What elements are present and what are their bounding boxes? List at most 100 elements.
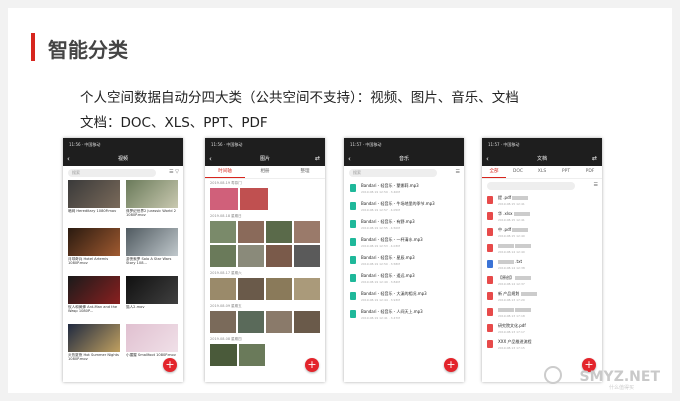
- image-thumbnail[interactable]: [238, 311, 264, 333]
- video-item[interactable]: 月球奇兵 Hotel Artemis 1080P.mov: [68, 228, 120, 266]
- add-button[interactable]: +: [444, 358, 458, 372]
- pdf-file-icon: [487, 308, 493, 316]
- title-bar: ‹ 视频: [63, 152, 183, 166]
- video-item[interactable]: 侏罗纪世界2 Jurassic World 2 1080P.mov: [126, 180, 178, 218]
- image-thumbnail[interactable]: [238, 245, 264, 267]
- music-name: Bandari - 轻音乐 - 星辰.mp3: [361, 255, 415, 260]
- video-thumbnail: [68, 228, 120, 256]
- video-name: 猫人2.mov: [126, 305, 145, 309]
- doc-item[interactable]: 华 .xlsx 2019.08.15 12:41: [482, 209, 602, 225]
- tab-ppt[interactable]: PPT: [554, 166, 578, 178]
- description-line-2: 文档：DOC、XLS、PPT、PDF: [80, 115, 268, 131]
- doc-item[interactable]: 中 .pdf 2019.08.15 12:40: [482, 225, 602, 241]
- video-item[interactable]: 蚁人和黄蜂 Ant-Man and the Wasp 1080P...: [68, 276, 120, 314]
- doc-item[interactable]: 提 .pdf 2019.08.15 12:41: [482, 193, 602, 209]
- image-thumbnail[interactable]: [294, 245, 320, 267]
- tab-doc[interactable]: DOC: [506, 166, 530, 178]
- date-header: 2019.08.18 星期日: [210, 214, 242, 218]
- music-item[interactable]: Bandari - 轻音乐 - 星辰.mp3 2019.08.19 12:50 ·…: [344, 252, 464, 270]
- doc-name: 研究院文化.pdf: [498, 323, 526, 328]
- doc-item[interactable]: 新 产品规划 2019.08.13 17:20: [482, 289, 602, 305]
- phone-image: 11:56 · 中国移动 ‹ 图片 ⇄ 时间轴 相册 整理 2019.08.19…: [205, 138, 325, 382]
- tab-organize[interactable]: 整理: [285, 166, 325, 178]
- doc-item[interactable]: 研究院文化.pdf 2019.08.13 17:17: [482, 321, 602, 337]
- tab-pdf[interactable]: PDF: [578, 166, 602, 178]
- music-item[interactable]: Bandari - 轻音乐 - 牛场地里的季节.mp3 2019.08.19 12…: [344, 198, 464, 216]
- image-thumbnail[interactable]: [210, 188, 238, 210]
- video-item[interactable]: 炎热夏夜 Hot Summer Nights 1080P.mov: [68, 324, 120, 362]
- music-file-icon: [350, 292, 356, 300]
- music-item[interactable]: Bandari - 轻音乐 - 一杯清水.mp3 2019.08.19 12:53…: [344, 234, 464, 252]
- image-tabs: 时间轴 相册 整理: [205, 166, 325, 179]
- video-item[interactable]: 暗网 Hereditary 1080P.mov: [68, 180, 120, 218]
- music-meta: 2019.08.19 12:44 · 3.93M: [361, 298, 400, 302]
- pdf-file-icon: [487, 212, 493, 220]
- doc-meta: 2019.08.13 17:17: [498, 330, 525, 334]
- image-thumbnail[interactable]: [210, 311, 236, 333]
- doc-name: .txt: [498, 259, 593, 264]
- back-icon[interactable]: ‹: [209, 152, 212, 166]
- sort-icon[interactable]: ☰: [594, 182, 598, 188]
- doc-name: [498, 243, 593, 248]
- music-name: Bandari - 轻音乐 - 蒙娜莉.mp3: [361, 183, 419, 188]
- title-bar: ‹ 图片 ⇄: [205, 152, 325, 166]
- music-file-icon: [350, 184, 356, 192]
- music-name: Bandari - 轻音乐 - 大溪的相况.mp3: [361, 291, 427, 296]
- add-button[interactable]: +: [305, 358, 319, 372]
- image-thumbnail[interactable]: [210, 221, 236, 243]
- search-input[interactable]: [487, 182, 575, 190]
- image-thumbnail[interactable]: [240, 188, 268, 210]
- music-file-icon: [350, 274, 356, 282]
- add-button[interactable]: +: [163, 358, 177, 372]
- search-row: 搜索 ☰ ▽: [63, 166, 183, 180]
- edit-icon[interactable]: ⇄: [315, 152, 320, 166]
- doc-meta: 2019.08.14 12:38: [498, 266, 525, 270]
- search-input[interactable]: 搜索: [349, 169, 437, 177]
- slide-title: 智能分类: [48, 38, 128, 62]
- doc-item[interactable]: 2019.08.13 17:18: [482, 305, 602, 321]
- image-thumbnail[interactable]: [266, 311, 292, 333]
- image-thumbnail[interactable]: [266, 278, 292, 300]
- image-thumbnail[interactable]: [294, 311, 320, 333]
- filter-icon[interactable]: ☰ ▽: [169, 169, 179, 175]
- search-input[interactable]: 搜索: [68, 169, 156, 177]
- tab-album[interactable]: 相册: [245, 166, 285, 178]
- music-item[interactable]: Bandari - 轻音乐 - 遥远.mp3 2019.08.19 12:49 ·…: [344, 270, 464, 288]
- back-icon[interactable]: ‹: [486, 152, 489, 166]
- video-thumbnail: [68, 180, 120, 208]
- image-thumbnail[interactable]: [238, 344, 265, 366]
- image-thumbnail[interactable]: [266, 221, 292, 243]
- video-item[interactable]: 猫人2.mov: [126, 276, 178, 314]
- tab-timeline[interactable]: 时间轴: [205, 166, 245, 178]
- music-item[interactable]: Bandari - 轻音乐 - 人间天上.mp3 2019.08.19 12:41…: [344, 306, 464, 324]
- tab-all[interactable]: 全部: [482, 166, 506, 178]
- back-icon[interactable]: ‹: [67, 152, 70, 166]
- back-icon[interactable]: ‹: [348, 152, 351, 166]
- image-thumbnail[interactable]: [238, 221, 264, 243]
- doc-meta: 2019.08.14 12:40: [498, 250, 525, 254]
- doc-meta: 2019.08.13 17:20: [498, 298, 525, 302]
- doc-item[interactable]: 2019.08.14 12:40: [482, 241, 602, 257]
- music-item[interactable]: Bandari - 轻音乐 - 有野.mp3 2019.08.19 12:55 ·…: [344, 216, 464, 234]
- doc-item[interactable]: XXX 产品推进流程 2019.08.13 17:15: [482, 337, 602, 353]
- video-item[interactable]: 小猩猩 Smallfoot 1080P.mov: [126, 324, 178, 362]
- image-thumbnail[interactable]: [294, 221, 320, 243]
- tab-xls[interactable]: XLS: [530, 166, 554, 178]
- video-item[interactable]: 游侠索罗 Solo A Star Wars Story 108...: [126, 228, 178, 266]
- sort-icon[interactable]: ☰: [456, 169, 460, 175]
- doc-item[interactable]: 【原创】 2019.08.14 12:37: [482, 273, 602, 289]
- date-header: 2019.08.19 寿慕门: [210, 181, 242, 185]
- edit-icon[interactable]: ⇄: [592, 152, 597, 166]
- image-thumbnail[interactable]: [210, 278, 236, 300]
- slide: 智能分类 个人空间数据自动分四大类（公共空间不支持）：视频、图片、音乐、文档 文…: [8, 8, 672, 393]
- image-thumbnail[interactable]: [294, 278, 320, 300]
- music-item[interactable]: Bandari - 轻音乐 - 大溪的相况.mp3 2019.08.19 12:4…: [344, 288, 464, 306]
- image-thumbnail[interactable]: [266, 245, 292, 267]
- doc-item[interactable]: .txt 2019.08.14 12:38: [482, 257, 602, 273]
- image-thumbnail[interactable]: [210, 245, 236, 267]
- image-thumbnail[interactable]: [210, 344, 237, 366]
- pdf-file-icon: [487, 244, 493, 252]
- search-row: ☰: [482, 179, 602, 193]
- image-thumbnail[interactable]: [238, 278, 264, 300]
- music-item[interactable]: Bandari - 轻音乐 - 蒙娜莉.mp3 2019.08.19 12:59 …: [344, 180, 464, 198]
